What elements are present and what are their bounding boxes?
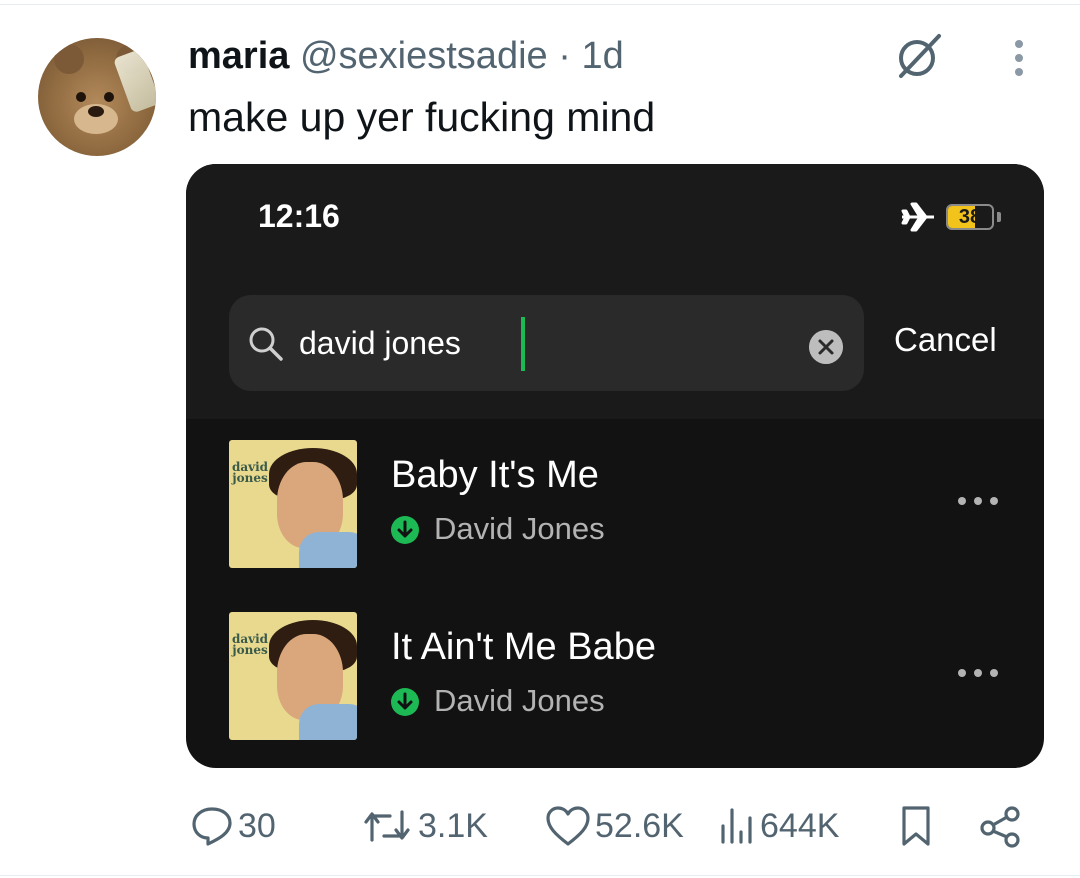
bear-nose	[88, 106, 104, 117]
search-icon	[249, 327, 283, 361]
album-cover: david jones	[229, 440, 357, 568]
battery-level: 38	[958, 206, 982, 228]
track-artist: David Jones	[434, 511, 605, 546]
bear-eye-right	[104, 92, 114, 102]
bookmark-icon	[902, 806, 930, 846]
horizontal-ellipsis-icon[interactable]	[956, 666, 1000, 680]
battery-indicator: 38	[946, 204, 994, 230]
track-artist: David Jones	[434, 683, 605, 718]
repost-arrows-icon	[364, 810, 410, 842]
bar-chart-icon	[721, 808, 752, 844]
heart-icon	[546, 806, 590, 846]
user-avatar[interactable]	[38, 38, 156, 156]
search-box[interactable]	[229, 295, 864, 391]
track-row[interactable]: david jones It Ain't Me Babe David Jones	[186, 604, 1044, 754]
cover-shirt	[299, 532, 357, 568]
battery-tip	[997, 212, 1001, 222]
share-button[interactable]	[978, 798, 1024, 854]
tweet-text: make up yer fucking mind	[188, 94, 656, 140]
track-title: It Ain't Me Babe	[391, 626, 656, 668]
album-cover: david jones	[229, 612, 357, 740]
share-nodes-icon	[980, 806, 1020, 848]
tweet-actions: 30 3.1K 52.6K 644K	[0, 798, 1080, 854]
reply-count: 30	[238, 806, 276, 845]
airplane-icon	[901, 202, 934, 232]
bear-glass	[112, 48, 156, 114]
bottom-divider	[0, 875, 1080, 876]
bear-ear-left	[54, 44, 84, 74]
top-divider	[0, 4, 1080, 5]
tweet-age[interactable]: 1d	[581, 35, 623, 77]
like-button[interactable]: 52.6K	[545, 798, 684, 854]
track-row[interactable]: david jones Baby It's Me David Jones	[186, 432, 1044, 582]
text-caret	[521, 317, 525, 371]
speech-bubble-icon	[192, 807, 232, 846]
search-input[interactable]	[299, 321, 779, 365]
slashed-circle-icon[interactable]	[893, 30, 945, 82]
repost-button[interactable]: 3.1K	[360, 798, 488, 854]
display-name[interactable]: maria	[188, 35, 289, 77]
header-separator: ·	[558, 35, 571, 77]
cancel-button[interactable]: Cancel	[894, 321, 997, 359]
repost-count: 3.1K	[418, 806, 488, 845]
tweet-header: maria @sexiestsadie · 1d	[188, 33, 624, 79]
embedded-phone-screenshot[interactable]: 12:16 38 Cancel david jones Baby It's Me	[186, 164, 1044, 768]
view-count: 644K	[760, 806, 840, 845]
bear-eye-left	[76, 92, 86, 102]
cover-label: david jones	[231, 632, 269, 657]
user-handle[interactable]: @sexiestsadie	[300, 35, 548, 77]
like-count: 52.6K	[595, 806, 684, 845]
vertical-ellipsis-icon[interactable]	[1008, 38, 1030, 82]
bookmark-button[interactable]	[896, 798, 936, 854]
status-time: 12:16	[258, 198, 340, 234]
cover-label: david jones	[231, 460, 269, 485]
reply-button[interactable]: 30	[190, 798, 276, 854]
clear-x-icon[interactable]	[809, 330, 843, 364]
cover-shirt	[299, 704, 357, 740]
track-title: Baby It's Me	[391, 454, 599, 496]
horizontal-ellipsis-icon[interactable]	[956, 494, 1000, 508]
views-button[interactable]: 644K	[718, 798, 839, 854]
downloaded-arrow-icon	[391, 516, 419, 544]
downloaded-arrow-icon	[391, 688, 419, 716]
